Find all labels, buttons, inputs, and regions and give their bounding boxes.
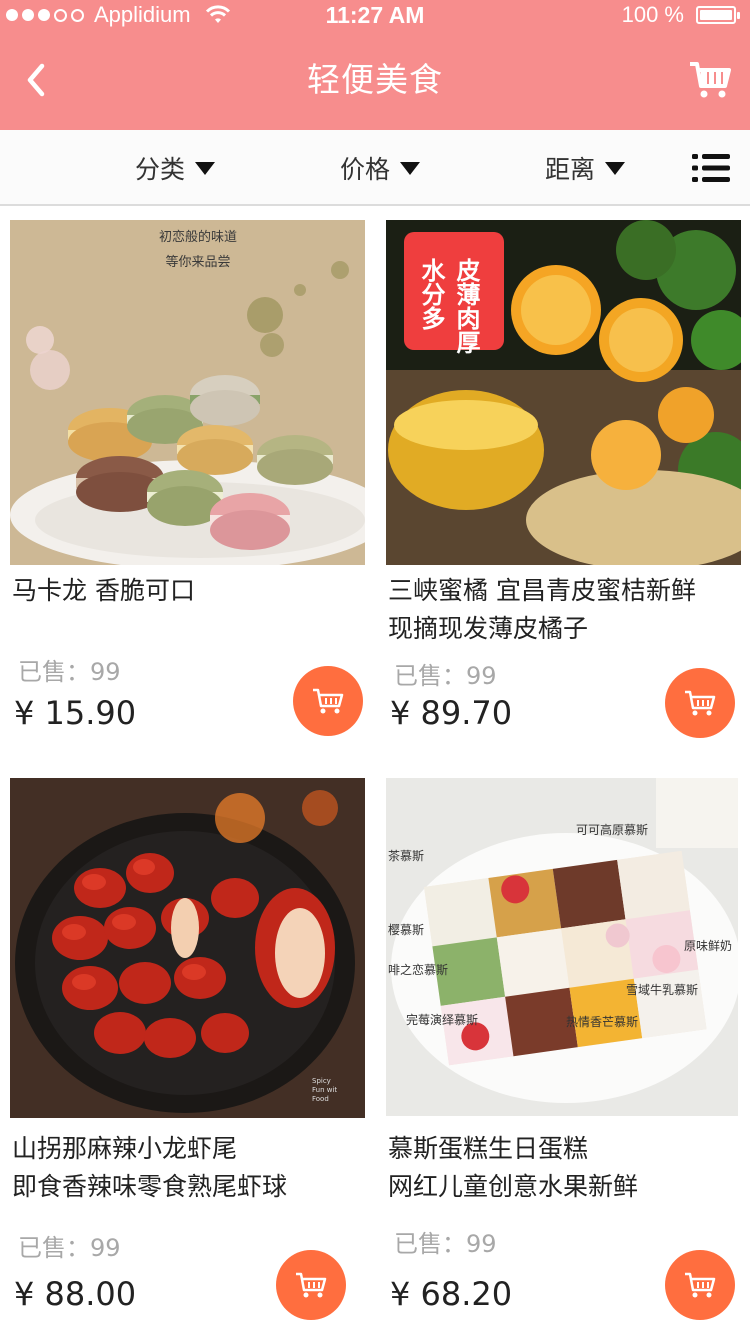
caret-down-icon <box>400 161 421 175</box>
product-price: ¥ 88.00 <box>14 1275 137 1313</box>
image-caption: 完莓演绎慕斯 <box>406 1012 478 1027</box>
image-caption: Food <box>312 1095 329 1103</box>
product-card-macaron[interactable]: 初恋般的味道 等你来品尝 马卡龙 香脆可口 已售：99 ¥ 15.90 <box>10 220 365 740</box>
battery-percent: 100 % <box>621 2 684 27</box>
product-card-mousse[interactable]: 可可高原慕斯 茶慕斯 樱慕斯 原味鲜奶 啡之恋慕斯 雪域牛乳慕斯 完莓演绎慕斯 … <box>386 778 741 1334</box>
product-price: ¥ 68.20 <box>390 1275 513 1313</box>
filter-bar: 分类 价格 距离 <box>0 130 750 206</box>
product-title-line: 网红儿童创意水果新鲜 <box>388 1172 639 1201</box>
filter-distance-label: 距离 <box>545 155 596 184</box>
image-caption: 樱慕斯 <box>388 922 424 937</box>
filter-price[interactable]: 价格 <box>340 130 421 206</box>
shopping-cart-icon <box>313 688 344 714</box>
product-card-crayfish[interactable]: Spicy Fun wit Food 山拐那麻辣小龙虾尾 即食香辣味零食熟尾虾球… <box>10 778 365 1334</box>
image-caption: 皮薄肉厚 <box>452 258 480 355</box>
add-to-cart-button[interactable] <box>293 666 363 736</box>
image-caption: 初恋般的味道 <box>159 229 237 245</box>
product-title-line: 三峡蜜橘 宜昌青皮蜜桔新鲜 <box>388 576 696 605</box>
image-caption: 热情香芒慕斯 <box>566 1014 638 1029</box>
image-caption: 茶慕斯 <box>388 848 424 863</box>
shopping-cart-icon <box>685 1272 716 1298</box>
product-title-crayfish: 山拐那麻辣小龙虾尾 即食香辣味零食熟尾虾球 <box>12 1130 357 1206</box>
add-to-cart-button[interactable] <box>276 1250 346 1320</box>
product-title-line: 即食香辣味零食熟尾虾球 <box>12 1172 288 1201</box>
product-sold: 已售：99 <box>394 1230 497 1258</box>
product-image-crayfish: Spicy Fun wit Food <box>10 778 365 1118</box>
image-caption: 原味鲜奶 <box>684 939 732 953</box>
product-title-line: 现摘现发薄皮橘子 <box>388 614 589 643</box>
image-caption: Spicy <box>312 1077 331 1085</box>
product-price: ¥ 89.70 <box>390 694 513 732</box>
filter-category[interactable]: 分类 <box>135 130 216 206</box>
image-caption: Fun wit <box>312 1086 337 1094</box>
shopping-cart-icon <box>296 1272 327 1298</box>
add-to-cart-button[interactable] <box>665 1250 735 1320</box>
page-title: 轻便美食 <box>307 60 443 99</box>
shopping-cart-icon <box>685 690 716 716</box>
product-title-orange: 三峡蜜橘 宜昌青皮蜜桔新鲜 现摘现发薄皮橘子 <box>388 572 733 648</box>
product-sold: 已售：99 <box>18 1234 121 1262</box>
top-bar: Applidium 11:27 AM 100 % 轻便美食 <box>0 0 750 130</box>
caret-down-icon <box>195 161 216 175</box>
product-image-orange: 水分多 皮薄肉厚 <box>386 220 741 565</box>
product-title-line: 慕斯蛋糕生日蛋糕 <box>388 1134 589 1163</box>
product-card-orange[interactable]: 水分多 皮薄肉厚 三峡蜜橘 宜昌青皮蜜桔新鲜 现摘现发薄皮橘子 已售：99 ¥ … <box>386 220 741 740</box>
image-caption: 啡之恋慕斯 <box>388 962 448 977</box>
product-price: ¥ 15.90 <box>14 694 137 732</box>
list-view-icon[interactable] <box>692 152 730 184</box>
product-title-line: 马卡龙 香脆可口 <box>12 576 195 605</box>
product-title-macaron: 马卡龙 香脆可口 <box>12 572 357 610</box>
status-bar: Applidium 11:27 AM 100 % <box>0 0 750 30</box>
product-title-line: 山拐那麻辣小龙虾尾 <box>12 1134 238 1163</box>
image-caption: 水分多 <box>417 258 445 331</box>
product-image-mousse: 可可高原慕斯 茶慕斯 樱慕斯 原味鲜奶 啡之恋慕斯 雪域牛乳慕斯 完莓演绎慕斯 … <box>386 778 738 1116</box>
nav-bar: 轻便美食 <box>0 30 750 130</box>
image-caption: 雪域牛乳慕斯 <box>626 982 698 997</box>
filter-price-label: 价格 <box>340 155 391 184</box>
filter-category-label: 分类 <box>135 155 186 184</box>
product-sold: 已售：99 <box>18 658 121 686</box>
image-caption: 等你来品尝 <box>165 254 230 270</box>
caret-down-icon <box>605 161 626 175</box>
battery-icon <box>696 6 740 24</box>
image-caption: 可可高原慕斯 <box>576 822 648 837</box>
filter-distance[interactable]: 距离 <box>545 130 626 206</box>
product-image-macaron: 初恋般的味道 等你来品尝 <box>10 220 365 565</box>
add-to-cart-button[interactable] <box>665 668 735 738</box>
product-title-mousse: 慕斯蛋糕生日蛋糕 网红儿童创意水果新鲜 <box>388 1130 733 1206</box>
product-sold: 已售：99 <box>394 662 497 690</box>
shopping-cart-icon[interactable] <box>688 58 732 102</box>
